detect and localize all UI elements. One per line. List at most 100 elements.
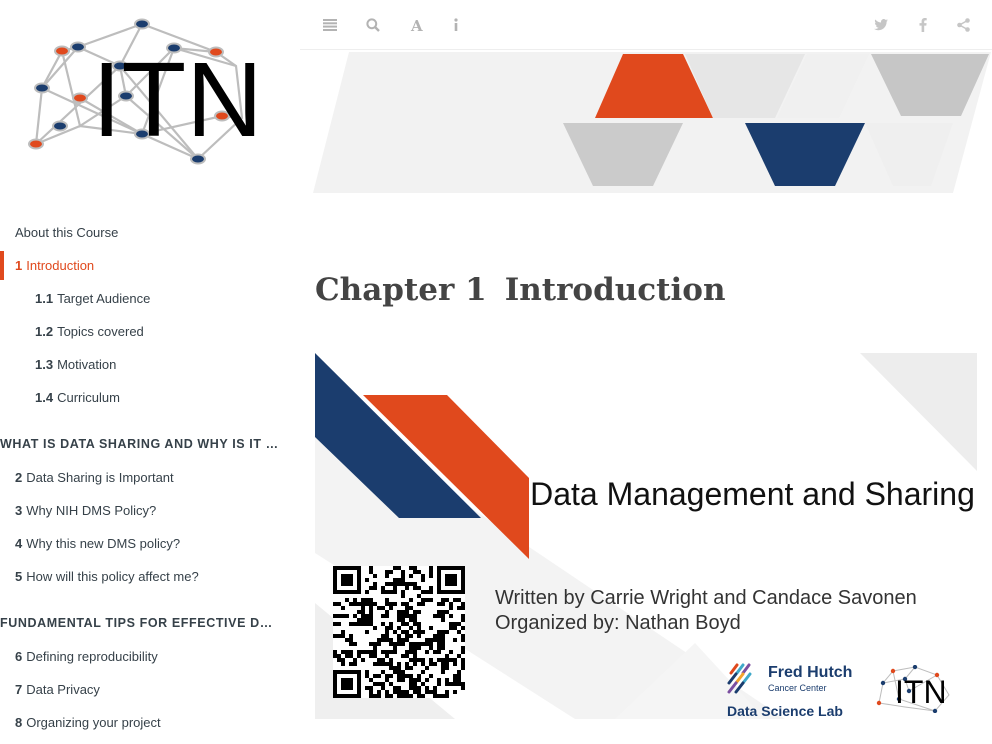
info-icon[interactable] <box>444 13 468 37</box>
qr-module <box>381 590 385 594</box>
qr-module <box>429 574 433 578</box>
qr-module <box>369 618 373 622</box>
toc-item[interactable]: 2 Data Sharing is Important <box>0 461 300 494</box>
qr-module <box>393 582 397 586</box>
qr-module <box>425 678 429 682</box>
qr-module <box>337 622 341 626</box>
qr-module <box>413 642 417 646</box>
qr-module <box>377 638 381 642</box>
qr-module <box>385 634 389 638</box>
qr-module <box>405 650 409 654</box>
qr-module <box>409 646 413 650</box>
qr-module <box>409 574 413 578</box>
qr-module <box>441 694 445 698</box>
font-icon[interactable]: A <box>405 13 429 37</box>
toc-item-label: Data Privacy <box>26 682 100 697</box>
qr-module <box>413 570 417 574</box>
qr-module <box>401 694 405 698</box>
qr-module <box>433 638 437 642</box>
qr-module <box>409 634 413 638</box>
itn-logo[interactable]: ITN <box>22 14 277 172</box>
qr-module <box>429 566 433 570</box>
qr-module <box>457 598 461 602</box>
qr-module <box>361 658 365 662</box>
qr-module <box>425 690 429 694</box>
qr-module <box>437 614 441 618</box>
toc-item[interactable]: About this Course <box>0 216 300 249</box>
toc-item-active[interactable]: 1 Introduction <box>0 249 300 282</box>
qr-module <box>377 690 381 694</box>
qr-module <box>437 630 441 634</box>
qr-module <box>449 606 453 610</box>
qr-module <box>393 650 397 654</box>
qr-module <box>413 682 417 686</box>
qr-module <box>361 606 365 610</box>
qr-module <box>425 650 429 654</box>
toc-item[interactable]: 1.2 Topics covered <box>0 315 300 348</box>
toc-item[interactable]: 3 Why NIH DMS Policy? <box>0 494 300 527</box>
qr-module <box>461 662 465 666</box>
fred-hutch-subtitle: Cancer Center <box>768 683 827 693</box>
qr-module <box>441 642 445 646</box>
qr-module <box>441 598 445 602</box>
search-icon[interactable] <box>361 13 385 37</box>
qr-module <box>389 582 393 586</box>
qr-module <box>333 654 337 658</box>
qr-module <box>421 598 425 602</box>
qr-module <box>377 682 381 686</box>
toc-part-heading[interactable]: WHAT IS DATA SHARING AND WHY IS IT IMPOR… <box>0 428 300 461</box>
qr-module <box>385 662 389 666</box>
qr-module <box>369 614 373 618</box>
qr-module <box>445 598 449 602</box>
qr-module <box>349 662 353 666</box>
qr-module <box>361 622 365 626</box>
qr-module <box>365 630 369 634</box>
qr-module <box>437 646 441 650</box>
qr-module <box>385 678 389 682</box>
toc-item[interactable]: 4 Why this new DMS policy? <box>0 527 300 560</box>
qr-module <box>437 678 441 682</box>
qr-module <box>341 650 345 654</box>
qr-module <box>353 658 357 662</box>
qr-module <box>397 614 401 618</box>
share-icon[interactable] <box>951 13 975 37</box>
qr-module <box>361 650 365 654</box>
qr-module <box>405 666 409 670</box>
itn-small-logo-text: ITN <box>895 674 947 710</box>
facebook-icon[interactable] <box>911 13 935 37</box>
toc-item[interactable]: 1.1 Target Audience <box>0 282 300 315</box>
qr-module <box>413 618 417 622</box>
qr-module <box>369 570 373 574</box>
qr-module <box>369 598 373 602</box>
qr-module <box>365 650 369 654</box>
qr-module <box>397 610 401 614</box>
qr-code[interactable] <box>333 566 465 698</box>
qr-module <box>381 686 385 690</box>
qr-module <box>409 606 413 610</box>
qr-module <box>405 674 409 678</box>
qr-module <box>429 642 433 646</box>
toc-part-heading[interactable]: FUNDAMENTAL TIPS FOR EFFECTIVE DATA MANA… <box>0 607 300 640</box>
toc-item[interactable]: 1.3 Motivation <box>0 348 300 381</box>
qr-module <box>417 694 421 698</box>
qr-module <box>397 578 401 582</box>
qr-module <box>349 642 353 646</box>
qr-module <box>405 654 409 658</box>
qr-module <box>397 686 401 690</box>
qr-module <box>457 630 461 634</box>
qr-module <box>425 642 429 646</box>
written-by: Written by Carrie Wright and Candace Sav… <box>495 587 917 609</box>
toc-item[interactable]: 1.4 Curriculum <box>0 381 300 414</box>
toc-item[interactable]: 5 How will this policy affect me? <box>0 560 300 593</box>
twitter-icon[interactable] <box>869 13 893 37</box>
qr-module <box>461 650 465 654</box>
toc-item[interactable]: 7 Data Privacy <box>0 673 300 706</box>
qr-module <box>377 674 381 678</box>
toc-item[interactable]: 6 Defining reproducibility <box>0 640 300 673</box>
qr-module <box>393 670 397 674</box>
menu-icon[interactable] <box>318 13 342 37</box>
qr-module <box>437 642 441 646</box>
qr-module <box>337 654 341 658</box>
toc-item[interactable]: 8 Organizing your project <box>0 706 300 739</box>
qr-module <box>385 590 389 594</box>
